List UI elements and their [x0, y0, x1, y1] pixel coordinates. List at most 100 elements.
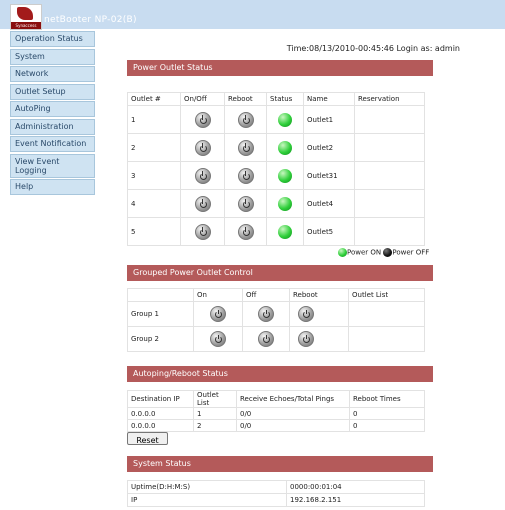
reboot-button[interactable] — [237, 111, 254, 128]
group-off-button[interactable] — [258, 331, 274, 347]
top-banner: Synaccess netBooter NP-02(B) — [0, 0, 505, 30]
logo-wordmark: Synaccess — [11, 22, 41, 29]
power-on-legend-icon — [338, 248, 347, 257]
power-off-label: Power OFF — [392, 248, 430, 257]
outlet-number: 1 — [127, 105, 181, 134]
time-login-status: Time:08/13/2010-00:45:46 Login as: admin — [286, 44, 460, 53]
power-legend: Power ON Power OFF — [338, 248, 429, 257]
echo-count: 0/0 — [236, 419, 350, 432]
table-row: IP 192.168.2.151 — [127, 493, 425, 507]
dest-ip: 0.0.0.0 — [127, 407, 194, 420]
group-reboot-button[interactable] — [298, 331, 314, 347]
table-row: Uptime(D:H:M:S) 0000:00:01:04 — [127, 480, 425, 494]
status-label: Uptime(D:H:M:S) — [127, 480, 287, 494]
system-status-table: Uptime(D:H:M:S) 0000:00:01:04 IP 192.168… — [127, 480, 425, 507]
outlet-number: 3 — [127, 161, 181, 190]
col-header: Outlet List — [193, 390, 237, 408]
section-header-autoping: Autoping/Reboot Status — [127, 366, 433, 382]
table-row: 0.0.0.0 1 0/0 0 — [127, 407, 425, 420]
status-value: 192.168.2.151 — [286, 493, 425, 507]
power-outlet-table: Outlet # On/Off Reboot Status Name Reser… — [127, 92, 425, 246]
table-row: Group 1 — [127, 301, 425, 327]
col-header: Outlet List — [348, 288, 425, 302]
col-header: Reboot Times — [349, 390, 425, 408]
group-on-button[interactable] — [210, 306, 226, 322]
reboot-times: 0 — [349, 419, 425, 432]
col-header: On/Off — [180, 92, 225, 106]
outlet-name: Outlet1 — [303, 105, 355, 134]
group-name: Group 1 — [127, 301, 194, 327]
reboot-button[interactable] — [237, 223, 254, 240]
outlet-reservation — [354, 217, 425, 246]
table-row: 1 Outlet1 — [127, 105, 425, 134]
sidebar-item-system[interactable]: System — [10, 48, 95, 65]
power-toggle-button[interactable] — [194, 195, 211, 212]
table-row: 3 Outlet31 — [127, 161, 425, 190]
col-header: Status — [266, 92, 304, 106]
echo-count: 0/0 — [236, 407, 350, 420]
group-reboot-button[interactable] — [298, 306, 314, 322]
sidebar-item-view-event-logging[interactable]: View Event Logging — [10, 153, 95, 178]
sidebar-item-operation-status[interactable]: Operation Status — [10, 31, 95, 47]
power-toggle-button[interactable] — [194, 139, 211, 156]
status-on-icon — [278, 224, 292, 239]
section-header-power-outlet: Power Outlet Status — [127, 60, 433, 76]
group-outlet-list — [348, 301, 425, 327]
sidebar-item-autoping[interactable]: AutoPing — [10, 101, 95, 117]
reboot-button[interactable] — [237, 139, 254, 156]
col-header: Receive Echoes/Total Pings — [236, 390, 350, 408]
power-toggle-button[interactable] — [194, 111, 211, 128]
status-label: IP — [127, 493, 287, 507]
outlet-name: Outlet31 — [303, 161, 355, 190]
col-header: Name — [303, 92, 355, 106]
table-row: 5 Outlet5 — [127, 217, 425, 246]
col-header: Destination IP — [127, 390, 194, 408]
group-name: Group 2 — [127, 326, 194, 352]
outlet-name: Outlet4 — [303, 189, 355, 218]
outlet-number: 4 — [127, 189, 181, 218]
brand-logo: Synaccess — [10, 4, 42, 30]
table-row: 2 Outlet2 — [127, 133, 425, 162]
outlet-reservation — [354, 133, 425, 162]
group-outlet-list — [348, 326, 425, 352]
table-header-row: Destination IP Outlet List Receive Echoe… — [127, 390, 425, 408]
sidebar-item-network[interactable]: Network — [10, 66, 95, 82]
sidebar-item-administration[interactable]: Administration — [10, 118, 95, 135]
table-header-row: Outlet # On/Off Reboot Status Name Reser… — [127, 92, 425, 106]
col-header: Reboot — [289, 288, 349, 302]
dest-ip: 0.0.0.0 — [127, 419, 194, 432]
power-toggle-button[interactable] — [194, 223, 211, 240]
status-on-icon — [278, 168, 292, 183]
section-header-system-status: System Status — [127, 456, 433, 472]
reboot-button[interactable] — [237, 167, 254, 184]
col-header: Outlet # — [127, 92, 181, 106]
autoping-table: Destination IP Outlet List Receive Echoe… — [127, 390, 425, 432]
sidebar-item-event-notification[interactable]: Event Notification — [10, 136, 95, 152]
sidebar-item-help[interactable]: Help — [10, 179, 95, 195]
group-on-button[interactable] — [210, 331, 226, 347]
table-row: Group 2 — [127, 326, 425, 352]
status-value: 0000:00:01:04 — [286, 480, 425, 494]
table-row: 4 Outlet4 — [127, 189, 425, 218]
reboot-button[interactable] — [237, 195, 254, 212]
group-off-button[interactable] — [258, 306, 274, 322]
app-title: netBooter NP-02(B) — [44, 15, 137, 25]
table-row: 0.0.0.0 2 0/0 0 — [127, 419, 425, 432]
status-on-icon — [278, 112, 292, 127]
col-header: Reservation — [354, 92, 425, 106]
status-on-icon — [278, 140, 292, 155]
status-on-icon — [278, 196, 292, 211]
outlet-name: Outlet2 — [303, 133, 355, 162]
group-control-table: On Off Reboot Outlet List Group 1 Group … — [127, 288, 425, 352]
reset-button[interactable]: Reset — [127, 432, 168, 445]
logo-mark-icon — [17, 7, 33, 20]
sidebar-item-outlet-setup[interactable]: Outlet Setup — [10, 83, 95, 100]
table-header-row: On Off Reboot Outlet List — [127, 288, 425, 302]
sidebar-nav: Operation Status System Network Outlet S… — [10, 31, 95, 197]
power-toggle-button[interactable] — [194, 167, 211, 184]
outlet-reservation — [354, 105, 425, 134]
power-on-label: Power ON — [347, 248, 382, 257]
col-header: Off — [242, 288, 290, 302]
col-header: Reboot — [224, 92, 267, 106]
outlet-reservation — [354, 161, 425, 190]
